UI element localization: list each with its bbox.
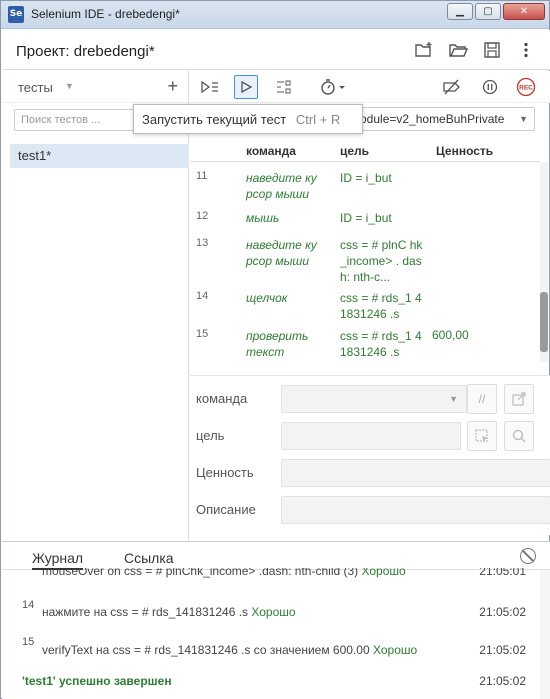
speed-icon[interactable] xyxy=(318,75,348,99)
column-header-command: команда xyxy=(246,144,296,158)
tooltip: Запустить текущий тест Ctrl + R xyxy=(133,104,363,134)
command-editor: команда ▼ // цель Ценность Описание xyxy=(190,375,550,535)
log-time: 21:05:02 xyxy=(479,674,526,688)
log-number: 15 xyxy=(22,636,35,648)
pause-icon[interactable] xyxy=(478,75,502,99)
tooltip-text: Запустить текущий тест xyxy=(142,112,287,127)
row-number: 11 xyxy=(196,170,208,182)
run-all-icon[interactable] xyxy=(198,75,222,99)
tooltip-shortcut: Ctrl + R xyxy=(295,112,341,127)
row-target: ID = i_but xyxy=(340,211,392,225)
open-reference-button[interactable] xyxy=(504,384,534,414)
row-command: мышь xyxy=(246,211,280,225)
log-time: 21:05:01 xyxy=(479,568,526,578)
log-time: 21:05:02 xyxy=(479,643,526,657)
target-input[interactable] xyxy=(281,422,461,450)
row-target: ID = i_but xyxy=(340,171,392,185)
record-icon[interactable]: REC xyxy=(514,75,538,99)
command-label: команда xyxy=(196,391,248,406)
minimize-button[interactable]: ▁ xyxy=(447,3,473,20)
log-line: 14 нажмите на css = # rds_141831246 .s Х… xyxy=(2,599,550,629)
table-header: команда цель Ценность xyxy=(190,138,540,162)
step-icon[interactable] xyxy=(272,75,296,99)
project-label: Проект: xyxy=(16,43,70,60)
row-command: проверить текст xyxy=(246,329,309,359)
log-number: 14 xyxy=(22,599,35,611)
command-select[interactable]: ▼ xyxy=(281,385,467,413)
table-row[interactable]: 12 мышь ID = i_but xyxy=(190,210,540,236)
project-name: drebedengi* xyxy=(73,43,155,60)
log-text: mouseOver on css = # plnChk_income> .das… xyxy=(42,568,406,578)
comment-toggle-button[interactable]: // xyxy=(467,384,497,414)
disable-breakpoints-icon[interactable] xyxy=(440,75,464,99)
log-summary: 'test1' успешно завершен 21:05:02 xyxy=(2,674,550,694)
selenium-logo-icon: Se xyxy=(8,6,24,23)
row-number: 13 xyxy=(196,237,209,249)
more-icon[interactable] xyxy=(516,40,536,60)
row-command: щелчок xyxy=(246,291,288,305)
log-text: нажмите на css = # rds_141831246 .s Хоро… xyxy=(42,605,296,619)
run-current-icon[interactable] xyxy=(234,75,258,99)
log-line: 15 verifyText на css = # rds_141831246 .… xyxy=(2,636,550,666)
target-label: цель xyxy=(196,428,225,443)
toolbar: REC xyxy=(190,71,550,103)
log-panel: Журнал Ссылка mouseOver on css = # plnCh… xyxy=(2,541,550,699)
row-target: css = # rds_1 41831246 .s xyxy=(340,329,422,359)
tab-log[interactable]: Журнал xyxy=(32,550,84,570)
value-label: Ценность xyxy=(196,465,254,480)
base-url-value: odule=v2_homeBuhPrivate xyxy=(360,112,505,126)
log-line: mouseOver on css = # plnChk_income> .das… xyxy=(2,568,550,582)
table-scrollbar[interactable] xyxy=(540,162,548,362)
log-summary-text: 'test1' успешно завершен xyxy=(22,674,172,688)
commands-table: команда цель Ценность 11 наведите ку рсо… xyxy=(190,138,540,364)
table-row[interactable]: 14 щелчок css = # rds_1 41831246 .s xyxy=(190,290,540,326)
value-input[interactable] xyxy=(281,459,550,487)
row-target: css = # plnC hk_income> . dash: nth-c... xyxy=(340,238,423,284)
base-url-select[interactable]: odule=v2_homeBuhPrivate ▼ xyxy=(353,107,535,131)
title-bar: Se Selenium IDE - drebedengi* ▁ ▢ ✕ xyxy=(1,1,549,29)
log-scrollbar[interactable] xyxy=(540,570,550,699)
find-target-button[interactable] xyxy=(504,421,534,451)
column-header-value: Ценность xyxy=(436,144,494,158)
chevron-down-icon[interactable]: ▼ xyxy=(65,81,74,91)
chevron-down-icon: ▼ xyxy=(519,114,528,124)
table-row[interactable]: 11 наведите ку рсор мыши ID = i_but xyxy=(190,170,540,210)
log-time: 21:05:02 xyxy=(479,605,526,619)
close-button[interactable]: ✕ xyxy=(503,3,545,20)
scrollbar-thumb[interactable] xyxy=(540,292,548,352)
row-command: наведите ку рсор мыши xyxy=(246,238,317,268)
description-label: Описание xyxy=(196,502,256,517)
row-target: css = # rds_1 41831246 .s xyxy=(340,291,422,321)
clear-log-icon[interactable] xyxy=(520,548,536,564)
log-text: verifyText на css = # rds_141831246 .s с… xyxy=(42,643,418,657)
maximize-button[interactable]: ▢ xyxy=(475,3,501,20)
select-target-button[interactable] xyxy=(467,421,497,451)
save-icon[interactable] xyxy=(482,40,502,60)
tests-panel: тесты ▼ + Поиск тестов ... test1* xyxy=(2,71,189,541)
row-value: 600,00 xyxy=(432,328,469,342)
row-number: 12 xyxy=(196,210,209,222)
row-command: наведите ку рсор мыши xyxy=(246,171,317,201)
open-folder-icon[interactable] xyxy=(448,40,468,60)
row-number: 15 xyxy=(196,328,209,340)
project-title: Проект: drebedengi* xyxy=(16,43,155,60)
row-number: 14 xyxy=(196,290,209,302)
new-folder-icon[interactable] xyxy=(414,40,434,60)
table-row[interactable]: 15 проверить текст css = # rds_1 4183124… xyxy=(190,328,540,364)
chevron-down-icon: ▼ xyxy=(449,394,458,404)
column-header-target: цель xyxy=(340,144,370,158)
window-title: Selenium IDE - drebedengi* xyxy=(31,7,180,21)
tests-dropdown-label[interactable]: тесты xyxy=(18,80,53,95)
test-list-item[interactable]: test1* xyxy=(10,144,189,168)
table-row[interactable]: 13 наведите ку рсор мыши css = # plnC hk… xyxy=(190,237,540,289)
add-test-button[interactable]: + xyxy=(167,76,178,97)
project-header: Проект: drebedengi* xyxy=(2,30,550,70)
record-label: REC xyxy=(519,85,533,92)
description-input[interactable] xyxy=(281,496,550,524)
tab-reference[interactable]: Ссылка xyxy=(124,550,174,566)
app-window: Se Selenium IDE - drebedengi* ▁ ▢ ✕ Прое… xyxy=(0,0,550,699)
